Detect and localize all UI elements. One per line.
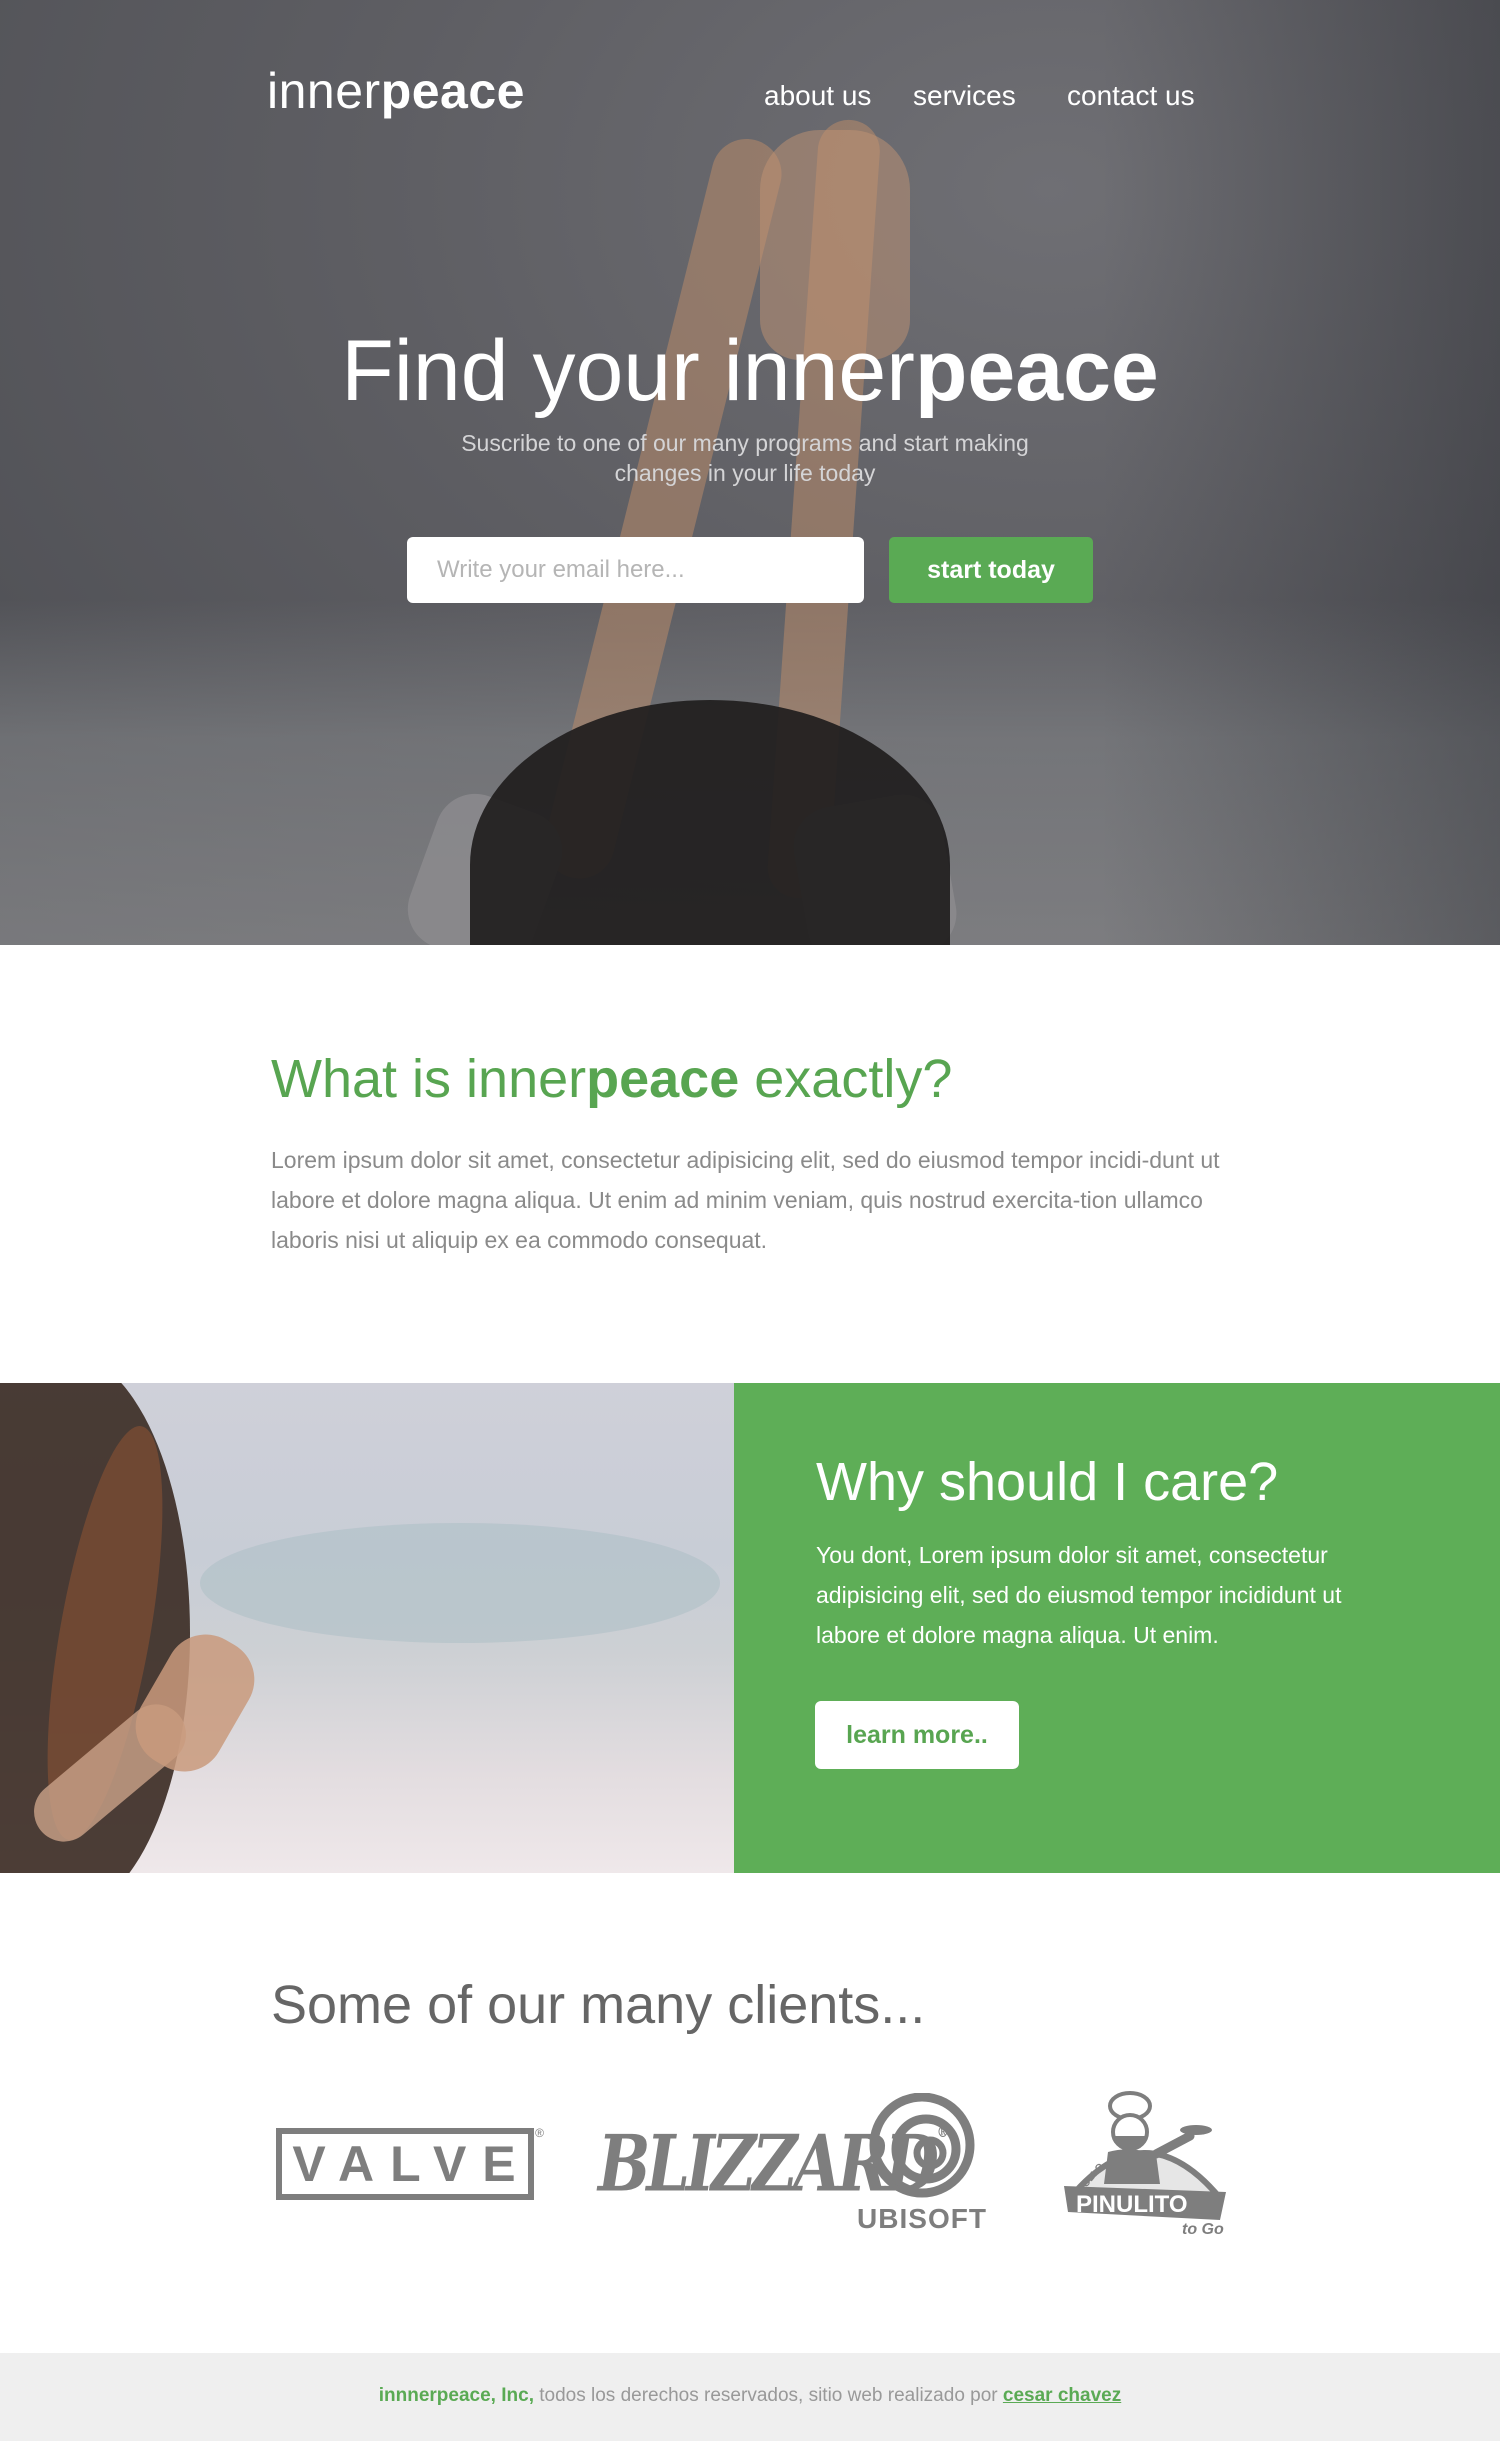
ubisoft-logo: UBISOFT [830,2092,1014,2234]
hero-title: Find your innerpeace [0,322,1500,421]
main-nav: about us services contact us [0,80,1500,120]
valve-logo: VALVE ® [276,2126,544,2200]
hero-title-light: Find your inner [341,323,915,419]
footer-company: innnerpeace, Inc, [378,2385,534,2406]
footer: innnerpeace, Inc, todos los derechos res… [0,2353,1500,2441]
learn-more-button[interactable]: learn more.. [815,1701,1019,1769]
hero-title-bold: peace [914,323,1159,419]
nav-about-us[interactable]: about us [764,80,871,112]
footer-author-link[interactable]: cesar chavez [1003,2385,1121,2406]
footer-text: innnerpeace, Inc, todos los derechos res… [0,2385,1500,2407]
hero-subtitle: Suscribe to one of our many programs and… [461,430,1029,486]
nav-services[interactable]: services [913,80,1016,112]
why-title: Why should I care? [816,1452,1279,1512]
pollo-sub-text: to Go [1182,2221,1224,2238]
footer-copyright: todos los derechos reservados, sitio web… [533,2385,1003,2406]
ubisoft-swirl-icon [869,2092,975,2198]
pollo-main-text: PINULITO [1076,2191,1188,2218]
hero-section: innerpeace about us services contact us … [0,0,1500,945]
pollo-pinulito-chef-icon: POLLO PINULITO to Go [1064,2091,1226,2238]
about-title: What is innerpeace exactly? [271,1049,953,1109]
why-body: You dont, Lorem ipsum dolor sit amet, co… [816,1542,1342,1648]
about-body: Lorem ipsum dolor sit amet, consectetur … [271,1147,1220,1253]
start-today-button[interactable]: start today [889,537,1093,603]
pollo-pinulito-logo: POLLO PINULITO to Go [1060,2088,1230,2238]
why-panel: Why should I care? You dont, Lorem ipsum… [734,1383,1500,1873]
blizzard-logo: BLIZZARD ® [598,2117,949,2209]
email-input[interactable] [407,537,864,603]
clients-title: Some of our many clients... [271,1975,926,2035]
why-photo [0,1383,734,1873]
nav-contact-us[interactable]: contact us [1067,80,1195,112]
ubisoft-wordmark: UBISOFT [857,2203,987,2234]
